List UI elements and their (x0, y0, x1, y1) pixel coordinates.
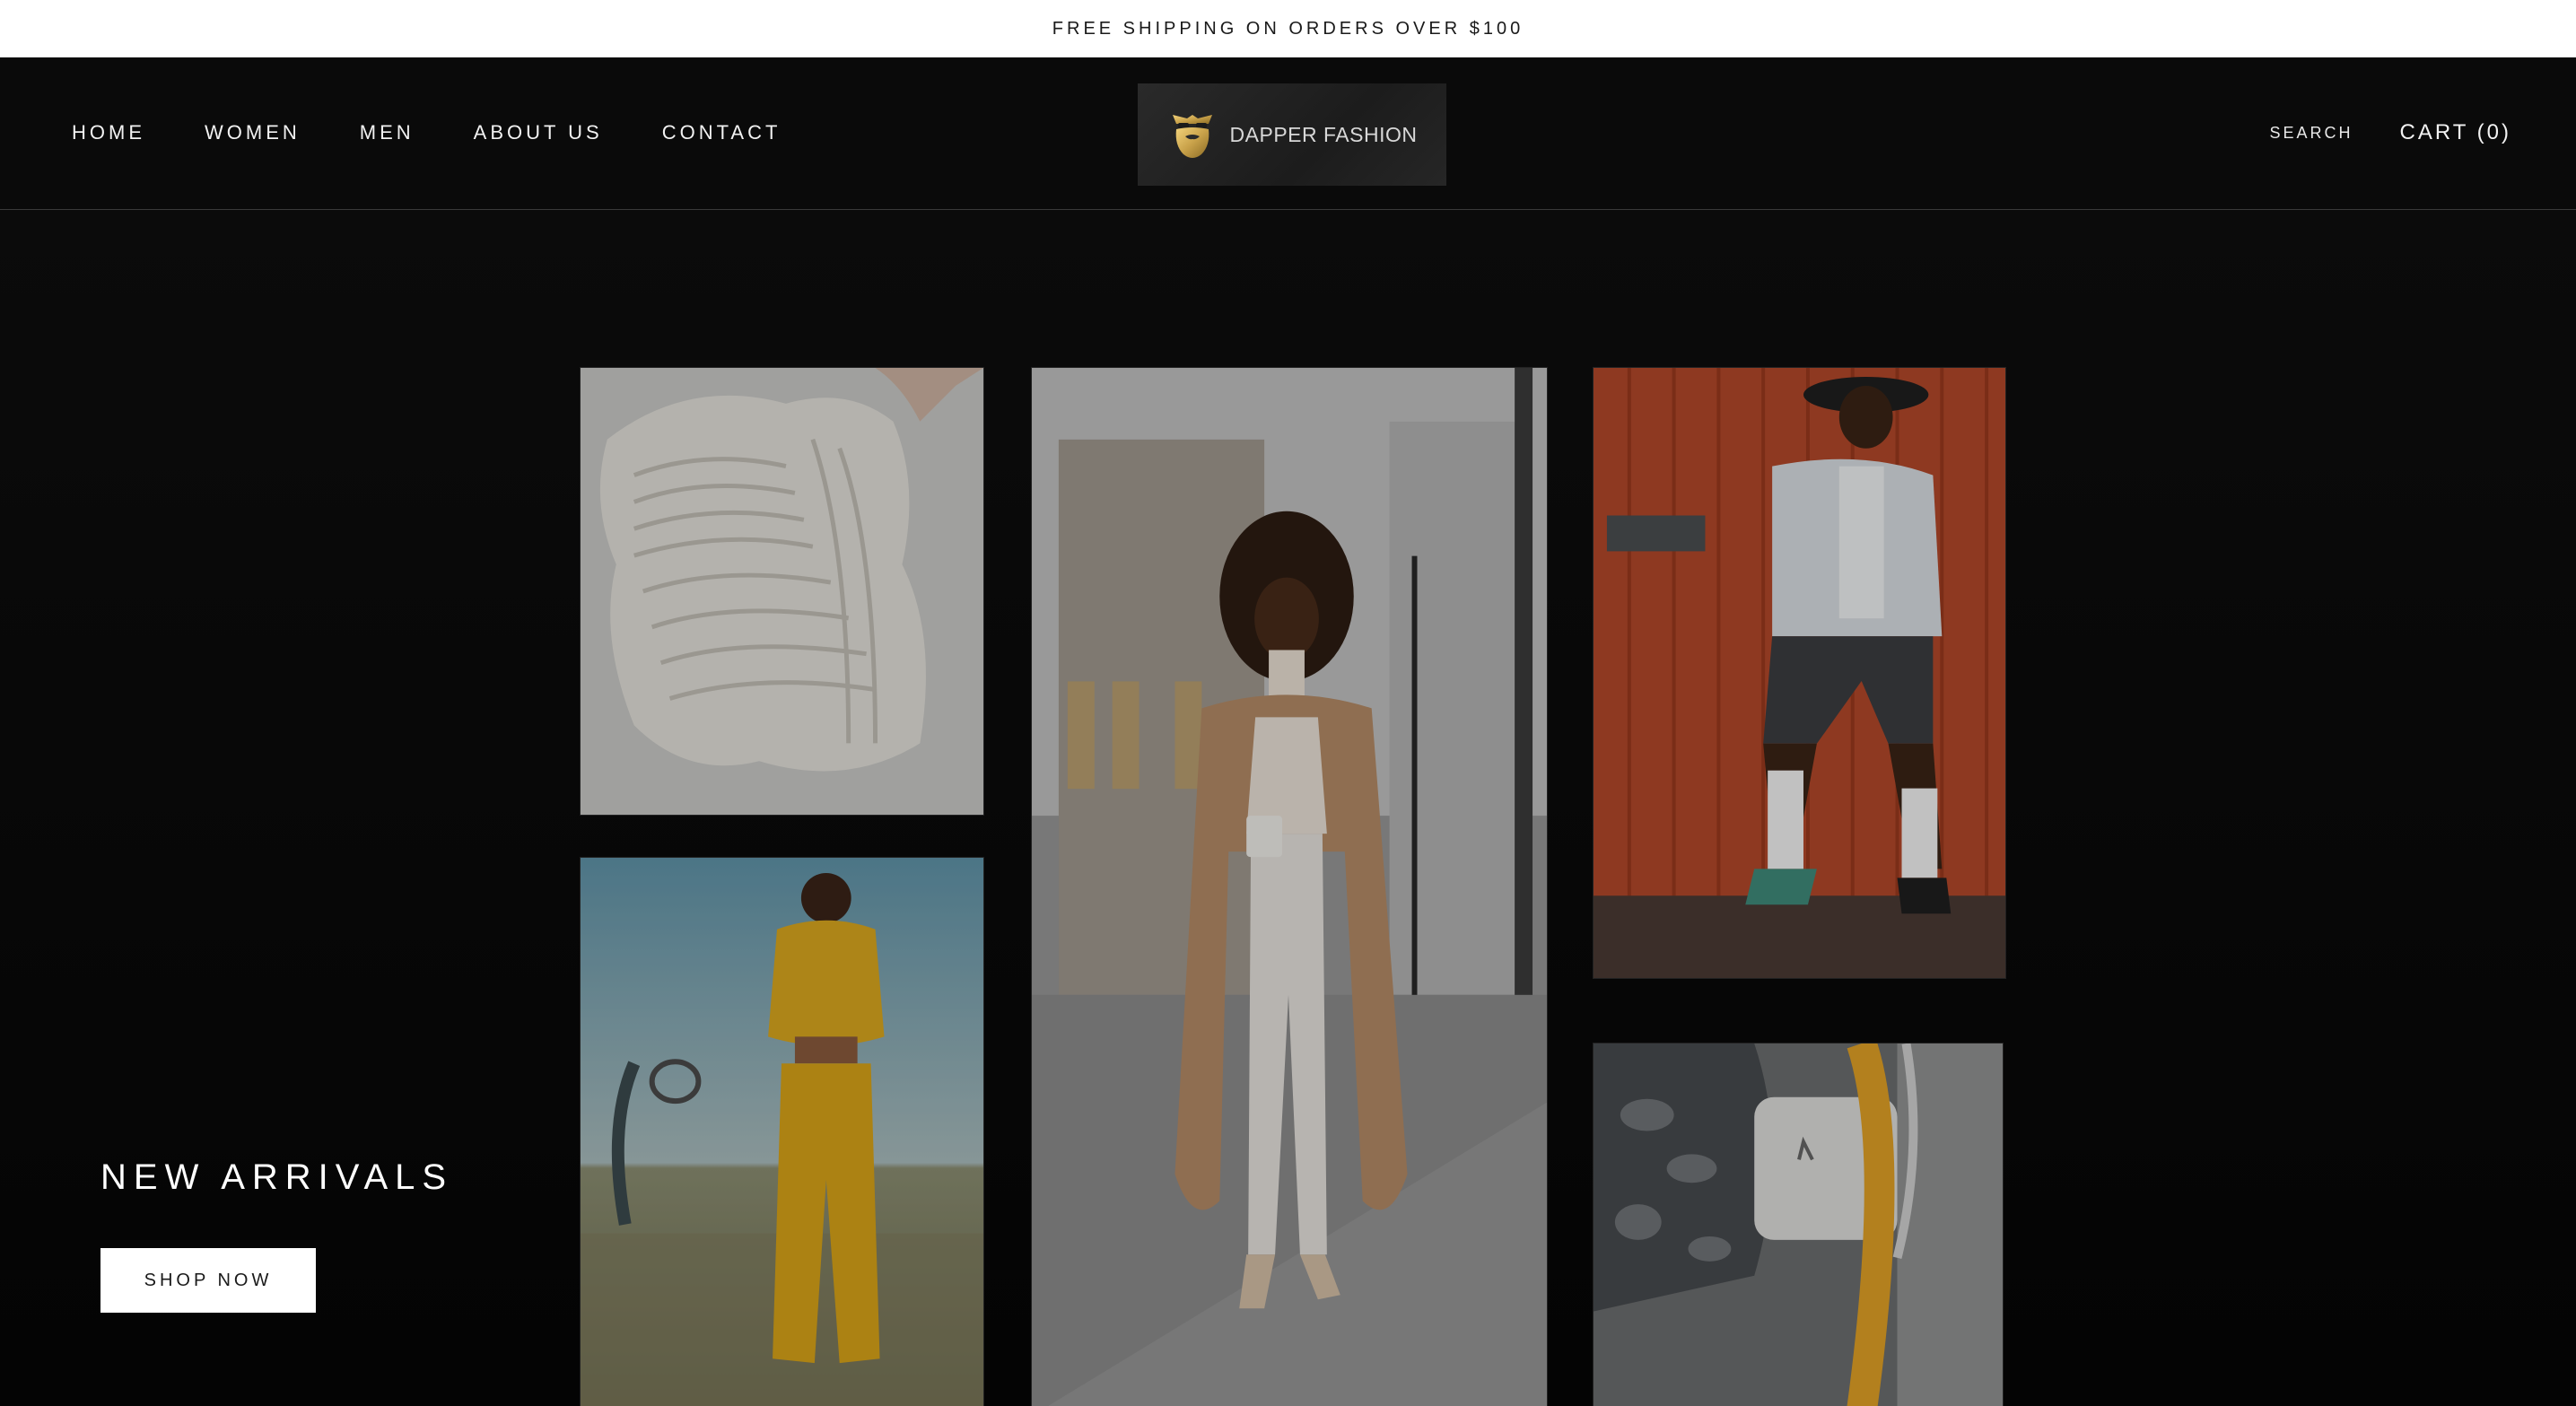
hero-headline: NEW ARRIVALS (100, 1157, 454, 1197)
search-link[interactable]: SEARCH (2270, 124, 2353, 143)
handbag-strap-photo[interactable] (1593, 1043, 2004, 1406)
shop-now-button[interactable]: SHOP NOW (100, 1248, 316, 1313)
header-actions: SEARCH CART (0) (2270, 57, 2511, 208)
woman-camel-coat-photo[interactable] (1031, 367, 1548, 1406)
nav-about-us[interactable]: ABOUT US (474, 121, 603, 144)
site-logo[interactable]: DAPPER FASHION (1138, 83, 1446, 186)
bearded-gentleman-logo-icon (1172, 115, 1212, 158)
cart-link[interactable]: CART (0) (2400, 120, 2511, 145)
hero-section: NEW ARRIVALS SHOP NOW (0, 210, 2576, 1406)
nav-contact[interactable]: CONTACT (662, 121, 782, 144)
knit-sweater-photo[interactable] (580, 367, 984, 816)
nav-women[interactable]: WOMEN (205, 121, 301, 144)
announcement-text: FREE SHIPPING ON ORDERS OVER $100 (1052, 18, 1524, 39)
site-header: HOME WOMEN MEN ABOUT US CONTACT DAPPER F… (0, 57, 2576, 210)
man-white-jacket-photo[interactable] (1593, 367, 2006, 979)
woman-yellow-tracksuit-photo[interactable] (580, 857, 984, 1406)
main-nav: HOME WOMEN MEN ABOUT US CONTACT (72, 57, 840, 208)
nav-men[interactable]: MEN (360, 121, 415, 144)
announcement-bar: FREE SHIPPING ON ORDERS OVER $100 (0, 0, 2576, 57)
nav-home[interactable]: HOME (72, 121, 145, 144)
logo-text: DAPPER FASHION (1229, 122, 1418, 146)
